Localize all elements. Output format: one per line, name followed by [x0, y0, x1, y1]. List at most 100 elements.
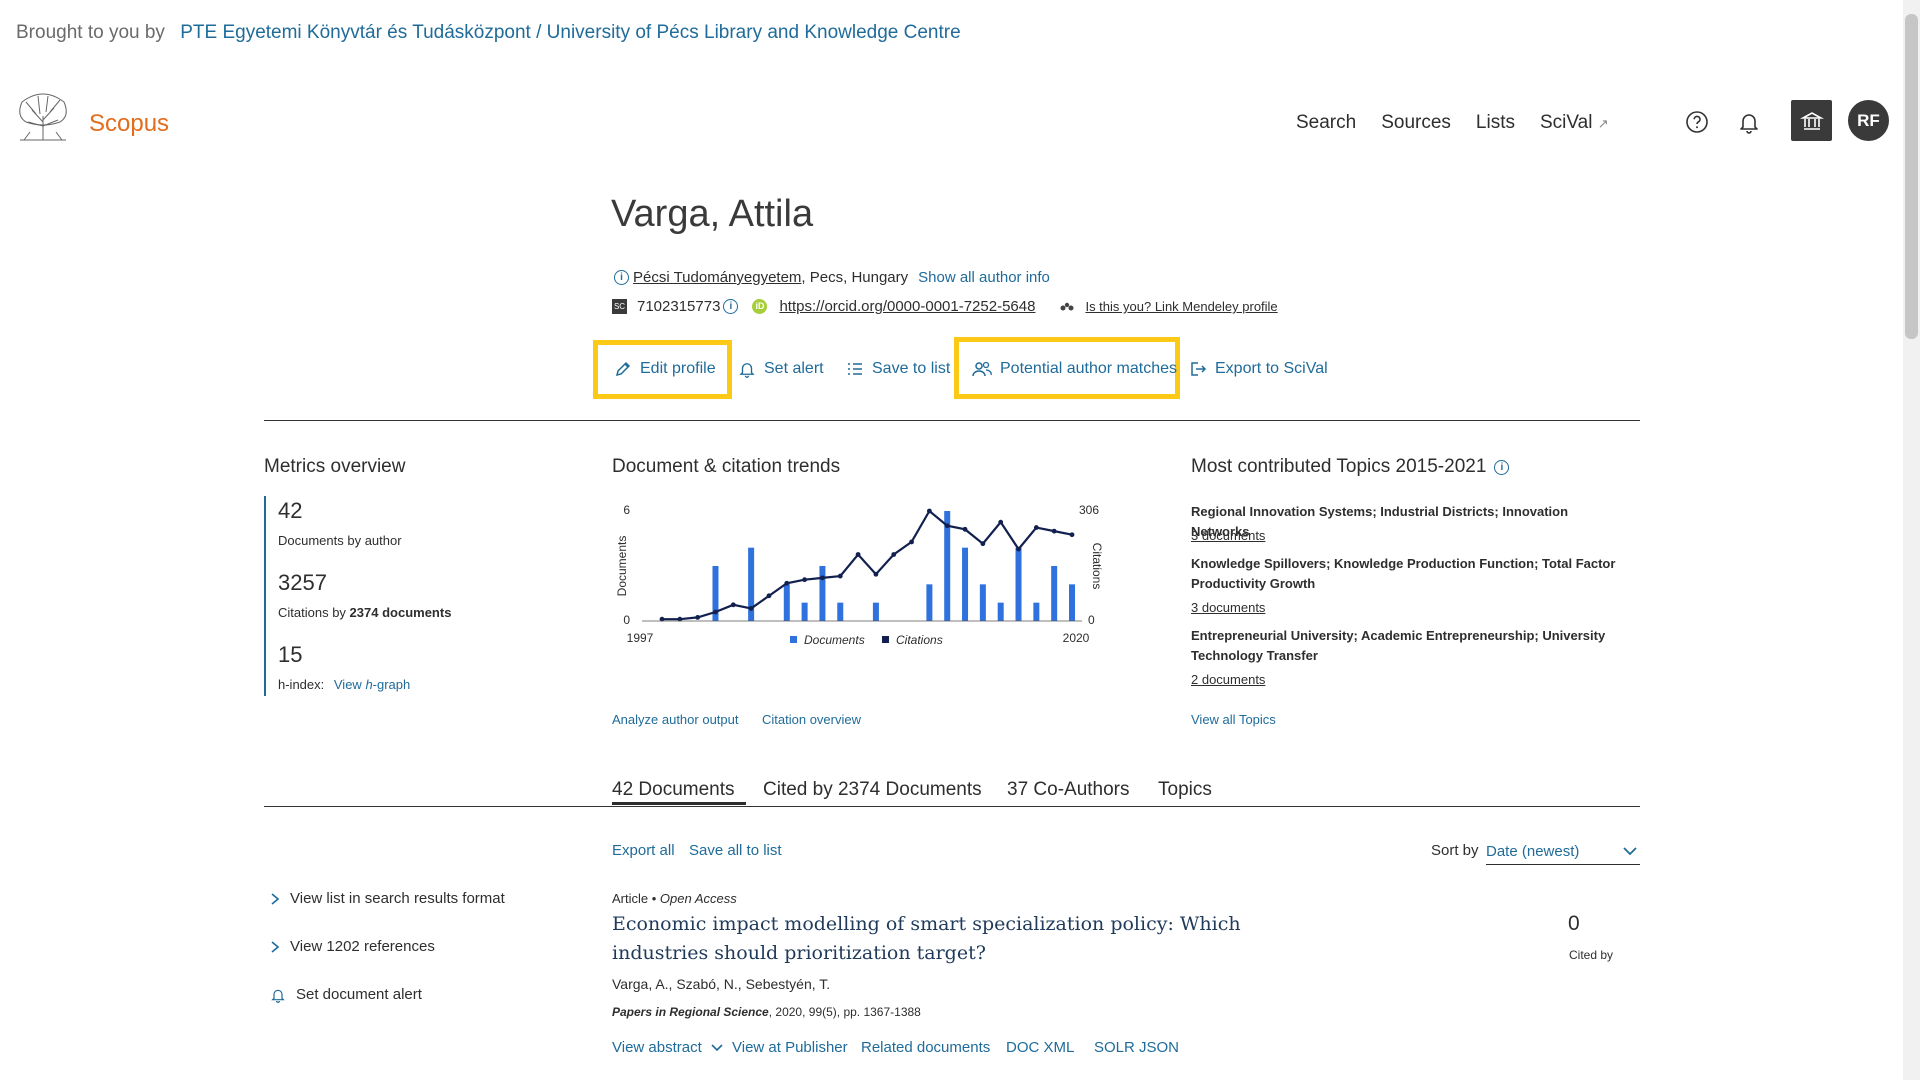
citations-point[interactable]	[730, 602, 736, 608]
topic-item-2: Knowledge Spillovers; Knowledge Producti…	[1191, 556, 1616, 591]
topics-title-row: Most contributed Topics 2015-2021 i	[1191, 456, 1510, 478]
info-icon[interactable]: i	[614, 270, 629, 285]
topic-1-documents-link[interactable]: 3 documents	[1191, 528, 1265, 543]
citations-point[interactable]	[713, 609, 718, 615]
citations-point[interactable]	[926, 508, 932, 514]
view-abstract-toggle[interactable]: View abstract	[612, 1039, 724, 1056]
view-all-topics-link[interactable]: View all Topics	[1191, 712, 1276, 727]
notifications-bell-icon[interactable]	[1737, 110, 1761, 134]
header-divider	[264, 420, 1640, 421]
user-avatar[interactable]: RF	[1848, 100, 1889, 141]
citations-point[interactable]	[784, 580, 790, 586]
citations-point[interactable]	[695, 615, 701, 620]
documents-bar[interactable]	[837, 602, 844, 621]
citations-point[interactable]	[1069, 532, 1075, 538]
affiliation-link[interactable]: Pécsi Tudományegyetem	[633, 269, 801, 286]
citations-point[interactable]	[944, 523, 950, 529]
documents-bar[interactable]	[926, 584, 933, 621]
elsevier-tree-logo[interactable]	[16, 92, 70, 142]
citations-point[interactable]	[1051, 528, 1057, 534]
citations-point[interactable]	[1033, 525, 1039, 530]
solr-json-link[interactable]: SOLR JSON	[1094, 1039, 1179, 1056]
topics-title: Most contributed Topics 2015-2021	[1191, 456, 1487, 477]
citations-point[interactable]	[820, 575, 825, 581]
nav-scival-label: SciVal	[1539, 112, 1593, 133]
view-search-results-format-link[interactable]: View list in search results format	[270, 890, 505, 907]
documents-bar[interactable]	[962, 547, 969, 621]
view-abstract-label: View abstract	[612, 1039, 702, 1056]
citations-point[interactable]	[1016, 546, 1021, 552]
hgraph-link-h: h	[365, 677, 373, 692]
sort-select[interactable]: Date (newest)	[1486, 838, 1640, 865]
documents-bar[interactable]	[783, 584, 790, 621]
export-to-scival-button[interactable]: Export to SciVal	[1189, 360, 1328, 378]
documents-bar[interactable]	[1069, 584, 1075, 621]
scrollbar-thumb[interactable]	[1905, 14, 1918, 339]
citations-point[interactable]	[766, 593, 772, 599]
topic-3-documents-link[interactable]: 2 documents	[1191, 672, 1265, 687]
export-all-button[interactable]: Export all	[612, 842, 675, 859]
document-title-link[interactable]: Economic impact modelling of smart speci…	[612, 910, 1272, 968]
tab-topics[interactable]: Topics	[1158, 779, 1212, 801]
show-all-author-info-link[interactable]: Show all author info	[918, 269, 1050, 286]
documents-bar[interactable]	[872, 602, 879, 621]
institution-link[interactable]: PTE Egyetemi Könyvtár és Tudásközpont / …	[180, 22, 960, 43]
save-to-list-button[interactable]: Save to list	[846, 360, 950, 378]
legend-documents-swatch	[790, 636, 797, 643]
scopus-id-info-icon[interactable]: i	[723, 299, 739, 314]
tab-co-authors[interactable]: 37 Co-Authors	[1007, 779, 1130, 801]
documents-bar[interactable]	[997, 602, 1004, 621]
pencil-icon	[615, 361, 631, 377]
citations-point[interactable]	[802, 577, 808, 583]
right-axis-label: Citations	[1090, 543, 1104, 590]
help-icon[interactable]	[1685, 110, 1709, 134]
set-alert-button[interactable]: Set alert	[738, 360, 824, 378]
citations-count: 3257	[278, 570, 327, 595]
citations-point[interactable]	[873, 571, 879, 577]
left-axis-label: Documents	[615, 536, 629, 597]
journal-name: Papers in Regional Science	[612, 1005, 769, 1019]
legend-citations-label: Citations	[896, 633, 943, 647]
scopus-brand[interactable]: Scopus	[89, 110, 169, 138]
institution-button[interactable]	[1791, 100, 1832, 141]
citations-point[interactable]	[855, 552, 861, 557]
documents-bar[interactable]	[819, 566, 826, 621]
citation-overview-link[interactable]: Citation overview	[762, 712, 861, 727]
edit-profile-button[interactable]: Edit profile	[614, 360, 716, 378]
citations-point[interactable]	[998, 519, 1004, 525]
topics-info-icon[interactable]: i	[1494, 459, 1510, 475]
citations-point[interactable]	[962, 526, 968, 532]
documents-bar[interactable]	[1051, 566, 1058, 621]
documents-bar[interactable]	[801, 602, 808, 621]
nav-scival[interactable]: SciVal ↗	[1540, 112, 1609, 134]
documents-bar[interactable]	[1015, 547, 1022, 621]
citations-point[interactable]	[909, 539, 914, 545]
tab-cited-by[interactable]: Cited by 2374 Documents	[763, 779, 982, 801]
set-document-alert-link[interactable]: Set document alert	[270, 986, 422, 1003]
hgraph-link-prefix: View	[333, 677, 366, 692]
nav-search[interactable]: Search	[1296, 112, 1356, 134]
documents-bar[interactable]	[1033, 602, 1040, 621]
save-all-to-list-button[interactable]: Save all to list	[689, 842, 782, 859]
citations-point[interactable]	[980, 541, 986, 547]
nav-sources[interactable]: Sources	[1381, 112, 1451, 134]
citations-point[interactable]	[891, 552, 897, 557]
scopus-author-id: 7102315773	[637, 298, 721, 315]
link-mendeley-profile[interactable]: Is this you? Link Mendeley profile	[1085, 299, 1277, 314]
chevron-down-icon	[1623, 847, 1637, 856]
view-references-link[interactable]: View 1202 references	[270, 938, 435, 955]
citations-point[interactable]	[748, 606, 754, 611]
nav-lists[interactable]: Lists	[1476, 112, 1515, 134]
view-at-publisher-link[interactable]: View at Publisher	[732, 1039, 848, 1056]
potential-author-matches-button[interactable]: Potential author matches	[972, 360, 1177, 378]
documents-bar[interactable]	[979, 584, 986, 621]
tab-documents[interactable]: 42 Documents	[612, 779, 735, 801]
orcid-link[interactable]: https://orcid.org/0000-0001-7252-5648	[779, 298, 1035, 315]
view-hgraph-link[interactable]: View h-graph	[334, 677, 410, 692]
analyze-author-output-link[interactable]: Analyze author output	[612, 712, 738, 727]
sort-by-label: Sort by	[1431, 842, 1479, 859]
citations-point[interactable]	[837, 573, 843, 579]
doc-xml-link[interactable]: DOC XML	[1006, 1039, 1074, 1056]
topic-2-documents-link[interactable]: 3 documents	[1191, 600, 1265, 615]
related-documents-link[interactable]: Related documents	[861, 1039, 990, 1056]
